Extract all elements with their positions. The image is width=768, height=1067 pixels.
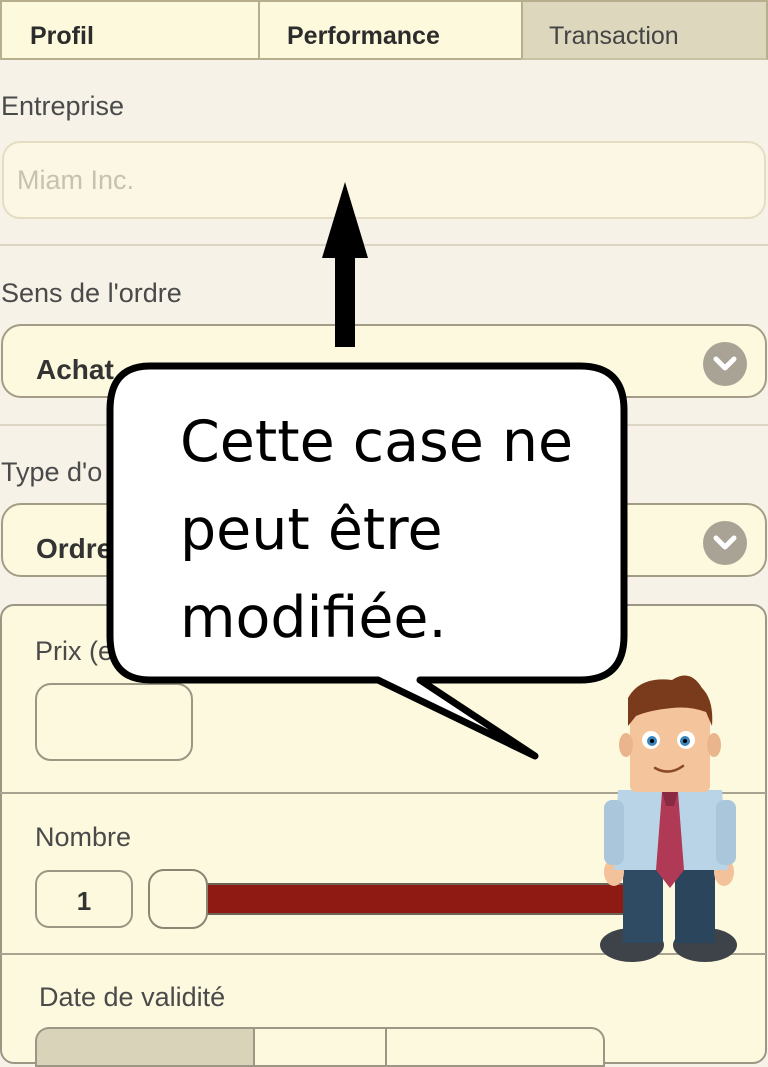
businessman-character [600,675,737,962]
callout-text: Cette case ne peut être modifiée. [180,409,574,651]
up-arrow-icon [322,182,368,347]
